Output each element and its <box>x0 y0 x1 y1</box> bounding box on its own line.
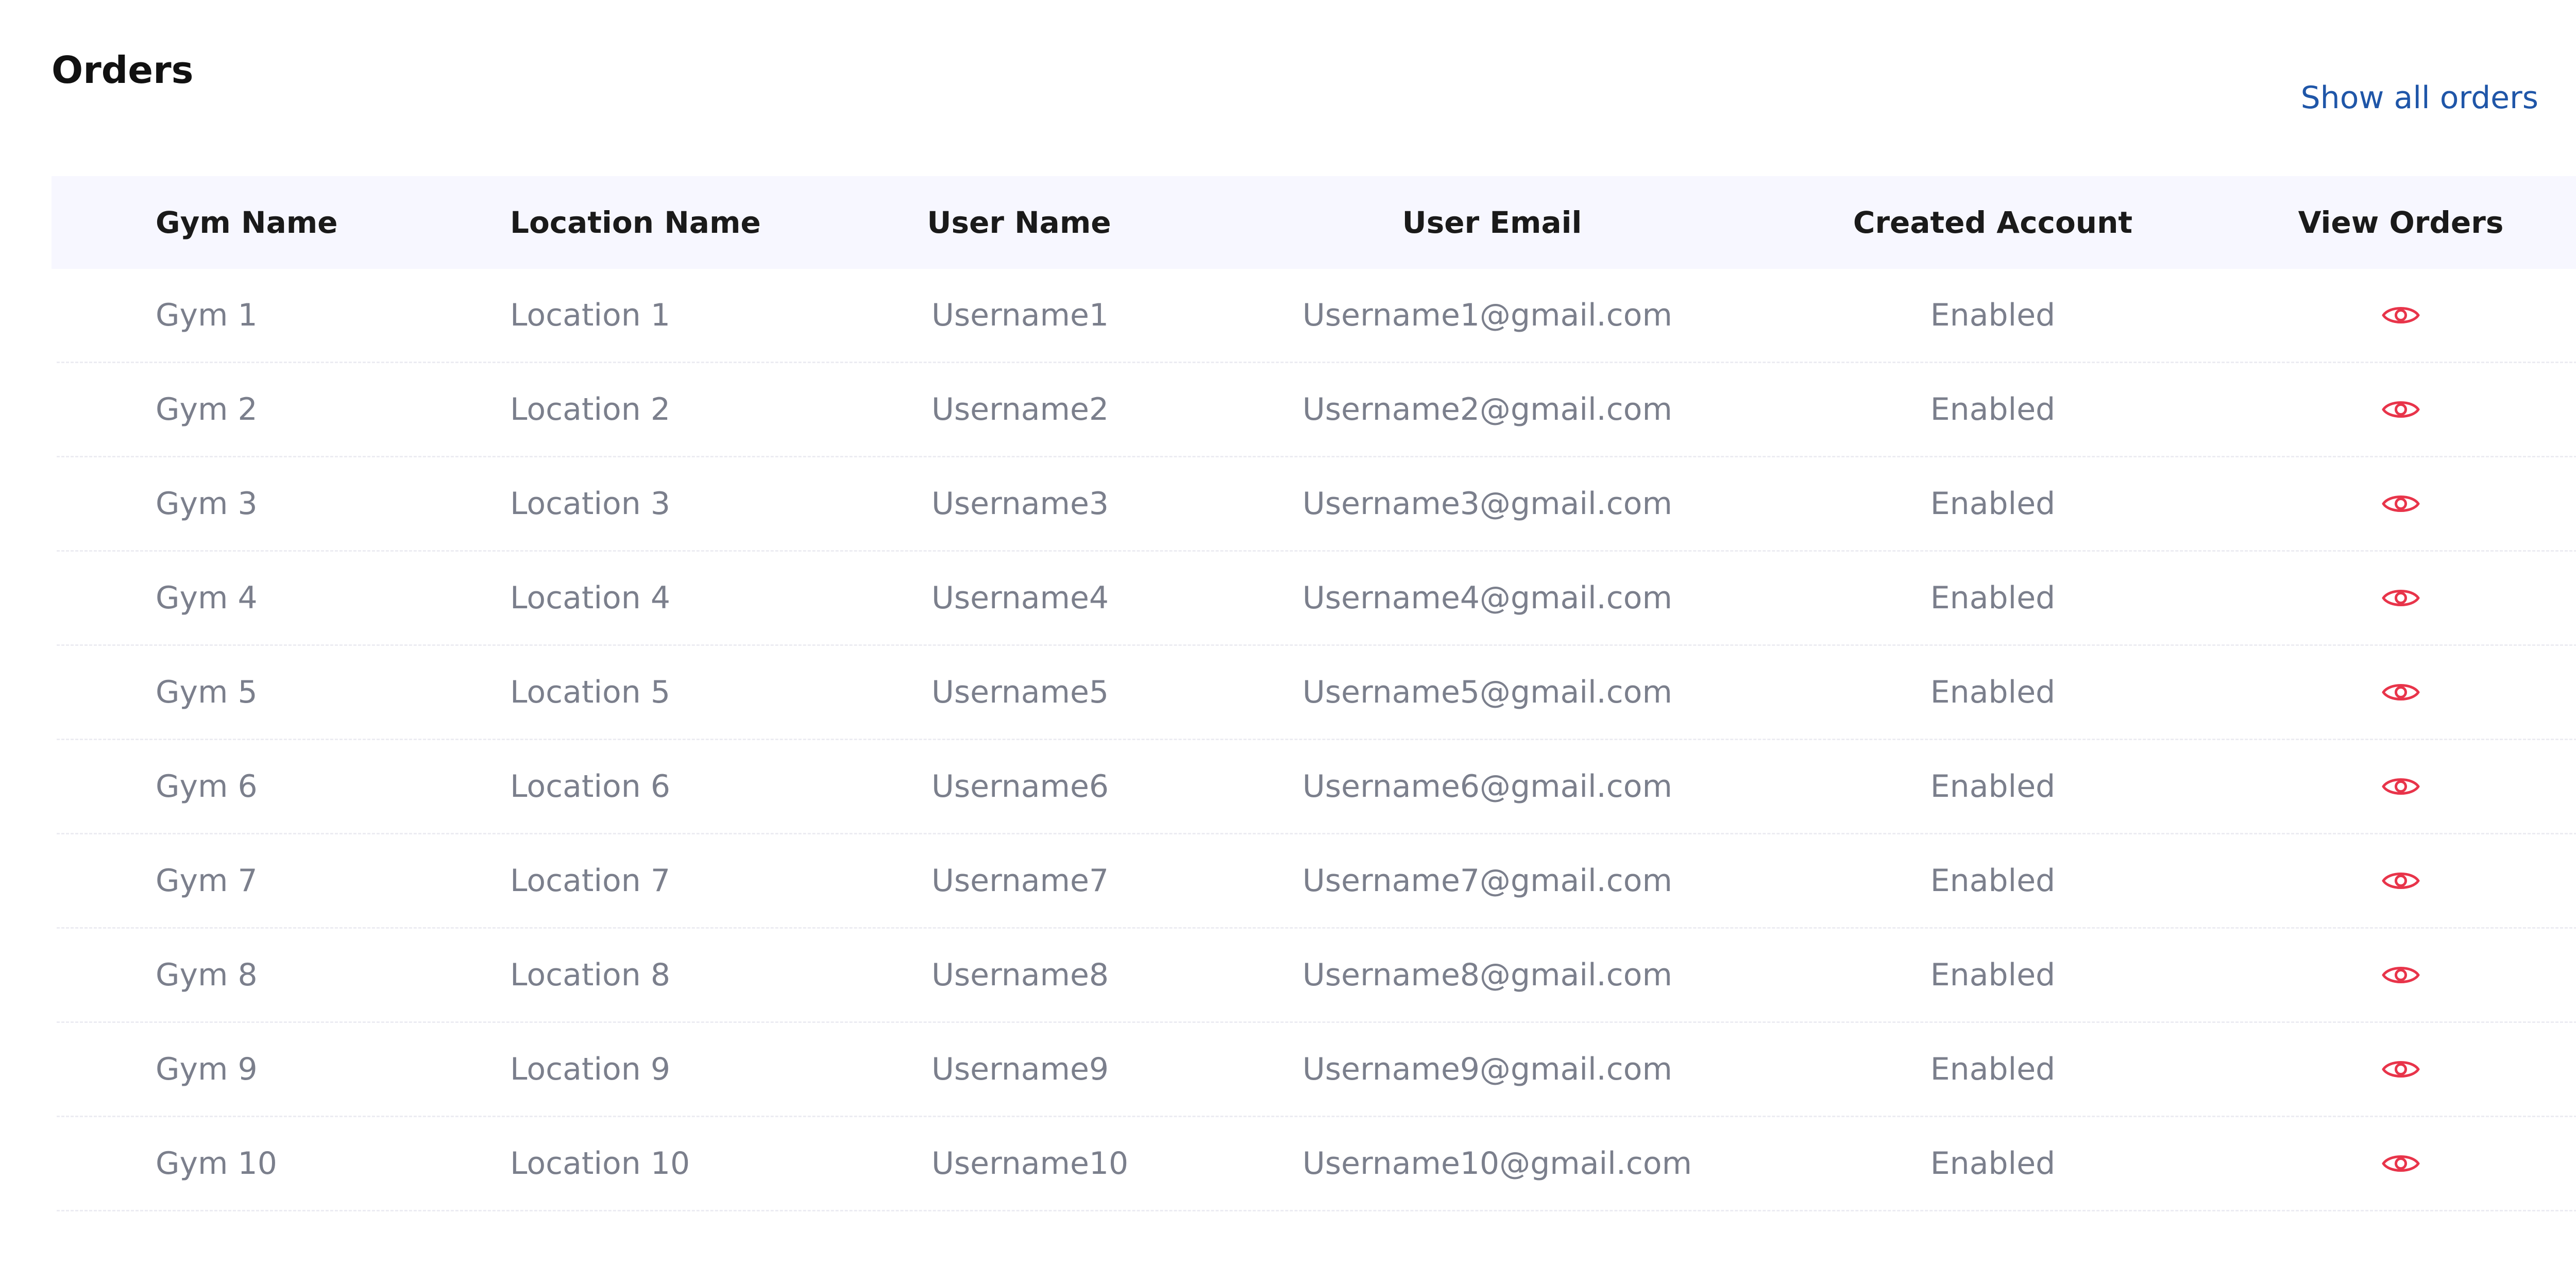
view-orders-button[interactable] <box>2382 363 2420 456</box>
view-orders-button[interactable] <box>2382 269 2420 362</box>
header-user-email: User Email <box>1402 205 1582 240</box>
cell-user-name: Username9 <box>931 1051 1109 1087</box>
cell-user-name: Username3 <box>931 486 1109 522</box>
eye-icon <box>2382 1151 2420 1176</box>
table-body: Gym 1 Location 1 Username1 Username1@gma… <box>52 269 2576 1211</box>
cell-created-account: Enabled <box>1930 391 2056 428</box>
header-view-orders: View Orders <box>2298 205 2504 240</box>
cell-created-account: Enabled <box>1930 486 2056 522</box>
cell-user-email: Username9@gmail.com <box>1302 1051 1672 1087</box>
cell-user-name: Username5 <box>931 674 1109 710</box>
cell-location-name: Location 2 <box>510 391 671 428</box>
view-orders-button[interactable] <box>2382 552 2420 644</box>
cell-user-email: Username10@gmail.com <box>1302 1146 1692 1182</box>
cell-created-account: Enabled <box>1930 674 2056 710</box>
cell-location-name: Location 5 <box>510 674 671 710</box>
show-all-orders-link[interactable]: Show all orders <box>2301 82 2538 113</box>
orders-table: Gym Name Location Name User Name User Em… <box>52 176 2576 1211</box>
cell-user-email: Username4@gmail.com <box>1302 580 1672 616</box>
cell-location-name: Location 10 <box>510 1146 690 1182</box>
view-orders-button[interactable] <box>2382 929 2420 1021</box>
cell-created-account: Enabled <box>1930 957 2056 993</box>
eye-icon <box>2382 1057 2420 1082</box>
view-orders-button[interactable] <box>2382 834 2420 927</box>
table-header-row: Gym Name Location Name User Name User Em… <box>52 176 2576 269</box>
cell-created-account: Enabled <box>1930 297 2056 333</box>
cell-user-name: Username8 <box>931 957 1109 993</box>
table-row: Gym 9 Location 9 Username9 Username9@gma… <box>57 1023 2576 1117</box>
cell-gym-name: Gym 9 <box>156 1051 258 1087</box>
table-row: Gym 5 Location 5 Username5 Username5@gma… <box>57 646 2576 740</box>
cell-gym-name: Gym 5 <box>156 674 258 710</box>
cell-location-name: Location 4 <box>510 580 671 616</box>
table-row: Gym 1 Location 1 Username1 Username1@gma… <box>57 269 2576 363</box>
cell-user-name: Username10 <box>931 1146 1129 1182</box>
eye-icon <box>2382 868 2420 893</box>
cell-location-name: Location 7 <box>510 863 671 899</box>
cell-user-email: Username8@gmail.com <box>1302 957 1672 993</box>
cell-gym-name: Gym 10 <box>156 1146 277 1182</box>
table-row: Gym 7 Location 7 Username7 Username7@gma… <box>57 834 2576 929</box>
table-row: Gym 2 Location 2 Username2 Username2@gma… <box>57 363 2576 457</box>
cell-gym-name: Gym 2 <box>156 391 258 428</box>
table-row: Gym 10 Location 10 Username10 Username10… <box>57 1117 2576 1211</box>
cell-location-name: Location 8 <box>510 957 671 993</box>
view-orders-button[interactable] <box>2382 1117 2420 1210</box>
cell-user-email: Username3@gmail.com <box>1302 486 1672 522</box>
cell-location-name: Location 1 <box>510 297 671 333</box>
cell-created-account: Enabled <box>1930 1146 2056 1182</box>
page-title: Orders <box>52 48 194 92</box>
cell-created-account: Enabled <box>1930 580 2056 616</box>
cell-created-account: Enabled <box>1930 768 2056 805</box>
cell-gym-name: Gym 3 <box>156 486 258 522</box>
cell-user-email: Username5@gmail.com <box>1302 674 1672 710</box>
eye-icon <box>2382 774 2420 799</box>
table-row: Gym 3 Location 3 Username3 Username3@gma… <box>57 457 2576 552</box>
cell-location-name: Location 3 <box>510 486 671 522</box>
cell-user-email: Username7@gmail.com <box>1302 863 1672 899</box>
header-user-name: User Name <box>927 205 1111 240</box>
cell-created-account: Enabled <box>1930 863 2056 899</box>
cell-user-email: Username1@gmail.com <box>1302 297 1672 333</box>
cell-gym-name: Gym 7 <box>156 863 258 899</box>
cell-user-name: Username6 <box>931 768 1109 805</box>
view-orders-button[interactable] <box>2382 1023 2420 1116</box>
eye-icon <box>2382 303 2420 328</box>
orders-page: Orders Show all orders Gym Name Location… <box>0 0 2576 1282</box>
cell-location-name: Location 6 <box>510 768 671 805</box>
cell-location-name: Location 9 <box>510 1051 671 1087</box>
cell-user-name: Username7 <box>931 863 1109 899</box>
table-row: Gym 6 Location 6 Username6 Username6@gma… <box>57 740 2576 834</box>
view-orders-button[interactable] <box>2382 457 2420 550</box>
cell-gym-name: Gym 4 <box>156 580 258 616</box>
table-row: Gym 4 Location 4 Username4 Username4@gma… <box>57 552 2576 646</box>
cell-user-name: Username4 <box>931 580 1109 616</box>
eye-icon <box>2382 586 2420 610</box>
eye-icon <box>2382 491 2420 516</box>
header-created-account: Created Account <box>1853 205 2133 240</box>
cell-created-account: Enabled <box>1930 1051 2056 1087</box>
view-orders-button[interactable] <box>2382 740 2420 833</box>
header-gym-name: Gym Name <box>156 205 338 240</box>
table-row: Gym 8 Location 8 Username8 Username8@gma… <box>57 929 2576 1023</box>
cell-gym-name: Gym 1 <box>156 297 258 333</box>
header-location-name: Location Name <box>510 205 761 240</box>
eye-icon <box>2382 397 2420 422</box>
view-orders-button[interactable] <box>2382 646 2420 739</box>
cell-user-name: Username1 <box>931 297 1109 333</box>
eye-icon <box>2382 963 2420 987</box>
eye-icon <box>2382 680 2420 705</box>
cell-user-email: Username6@gmail.com <box>1302 768 1672 805</box>
cell-user-email: Username2@gmail.com <box>1302 391 1672 428</box>
cell-user-name: Username2 <box>931 391 1109 428</box>
cell-gym-name: Gym 8 <box>156 957 258 993</box>
cell-gym-name: Gym 6 <box>156 768 258 805</box>
